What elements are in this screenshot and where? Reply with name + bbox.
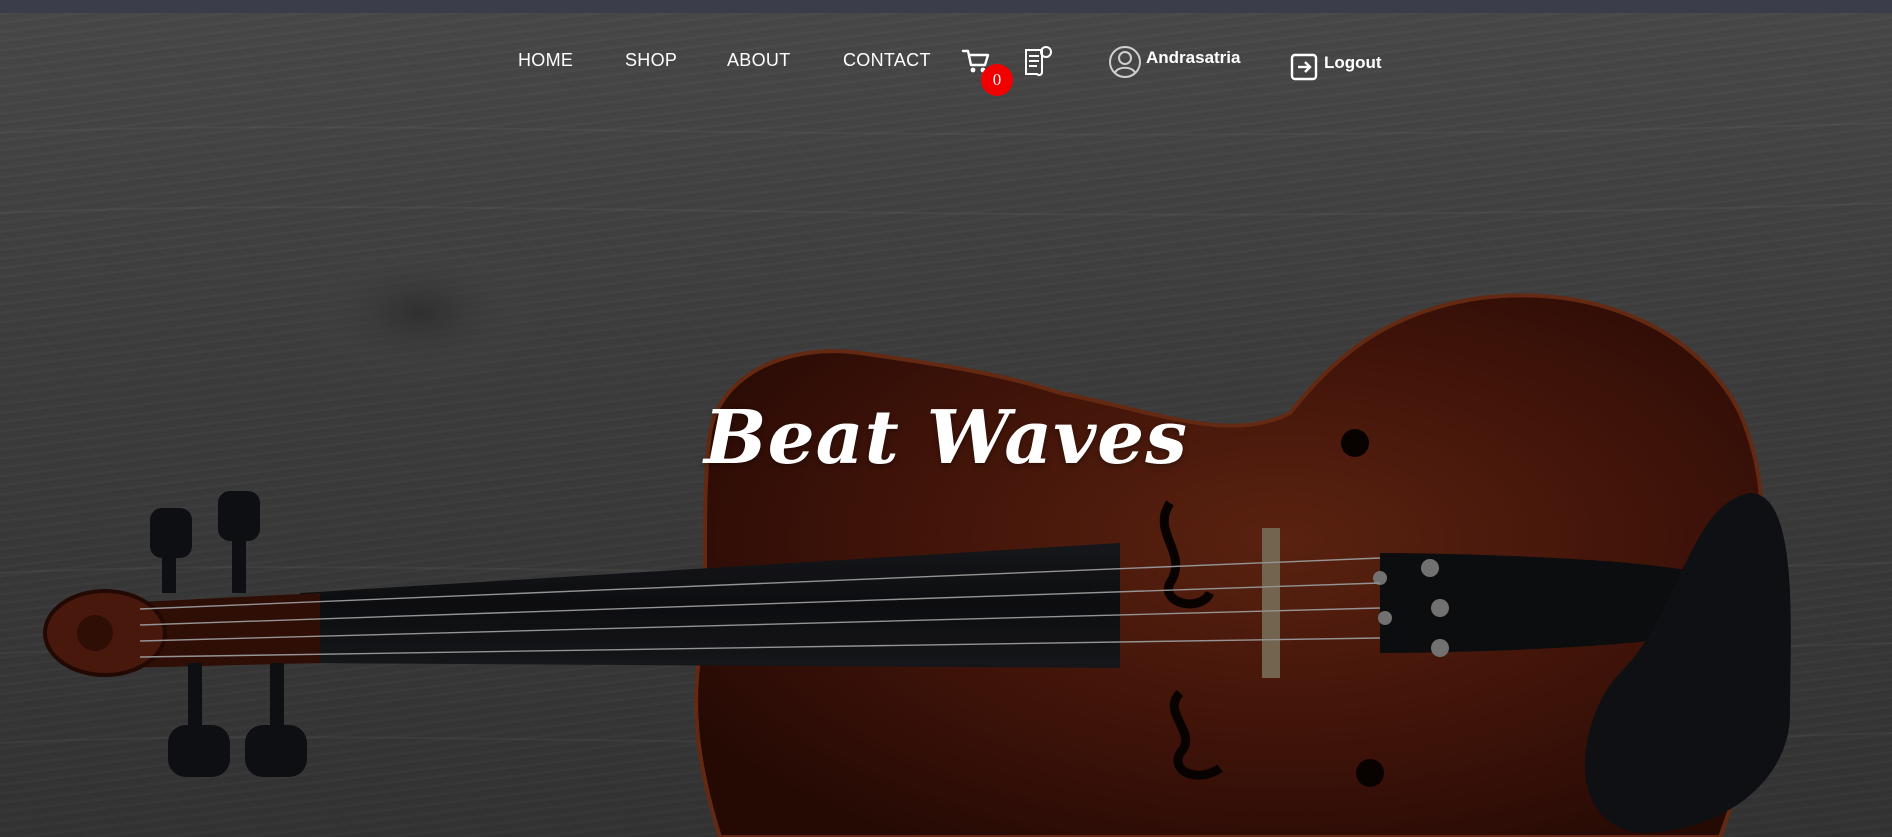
nav-contact-link[interactable]: CONTACT (843, 50, 931, 71)
user-profile-link[interactable]: Andrasatria (1108, 42, 1240, 82)
nav-home-link[interactable]: HOME (518, 50, 573, 71)
receipt-icon[interactable] (1020, 44, 1054, 78)
hero-title: Beat Waves (704, 394, 1188, 481)
cart-count-badge: 0 (981, 64, 1013, 96)
user-avatar-icon (1109, 46, 1141, 78)
nav-shop-link[interactable]: SHOP (625, 50, 677, 71)
username-label: Andrasatria (1146, 48, 1241, 67)
top-strip (0, 0, 1892, 13)
nav-about-link[interactable]: ABOUT (727, 50, 791, 71)
logout-icon (1290, 53, 1318, 81)
logout-label: Logout (1324, 53, 1382, 72)
main-navigation: HOME SHOP ABOUT CONTACT 0 Andrasatria Lo… (0, 13, 1892, 96)
logout-button[interactable]: Logout (1290, 45, 1382, 85)
